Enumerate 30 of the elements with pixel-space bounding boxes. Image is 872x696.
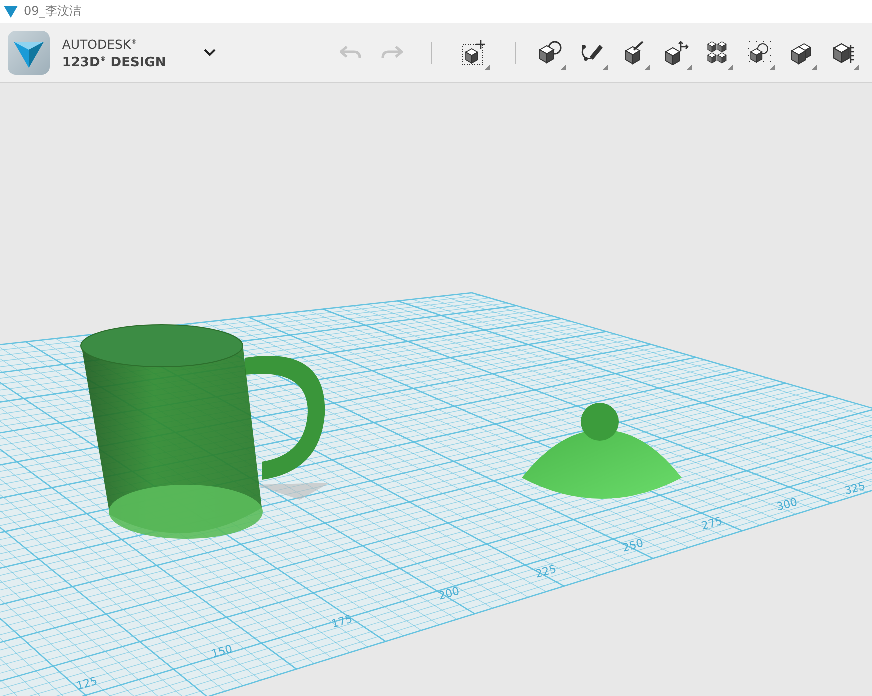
brand-name: AUTODESK$^{®}$ xyxy=(62,36,138,52)
app-logo[interactable] xyxy=(8,30,50,74)
undo-arrow-icon xyxy=(340,46,362,60)
corner-triangle-icon xyxy=(812,64,818,70)
corner-triangle-icon xyxy=(484,64,490,70)
ruler-label: 275 xyxy=(700,514,724,533)
chevron-down-icon xyxy=(204,48,216,56)
ruler-label: 200 xyxy=(437,584,462,603)
move-cube-arrows-icon xyxy=(664,40,690,64)
ruler-label: 150 xyxy=(210,642,234,661)
corner-triangle-icon xyxy=(854,64,859,70)
redo-arrow-icon xyxy=(380,46,403,60)
ruler-label: 325 xyxy=(843,480,868,498)
ruler-label: 175 xyxy=(330,612,354,631)
corner-triangle-icon xyxy=(770,64,776,70)
corner-triangle-icon xyxy=(686,64,692,70)
corner-triangle-icon xyxy=(560,64,566,70)
corner-triangle-icon xyxy=(728,64,734,70)
app-logo-icon xyxy=(4,6,18,18)
group-selection-icon xyxy=(748,40,774,64)
corner-triangle-icon xyxy=(602,64,608,70)
ruler-label: 125 xyxy=(75,674,100,693)
ruler-label: 300 xyxy=(775,496,800,514)
primitives-cube-icon xyxy=(538,40,564,64)
ruler-label: 225 xyxy=(534,562,558,581)
product-name: 123D$^{®}$ DESIGN xyxy=(62,54,166,70)
corner-triangle-icon xyxy=(644,64,650,70)
ruler-label: 250 xyxy=(621,536,646,555)
move-cube-icon xyxy=(462,40,488,66)
window-title: 09_李汶洁 xyxy=(24,3,82,20)
